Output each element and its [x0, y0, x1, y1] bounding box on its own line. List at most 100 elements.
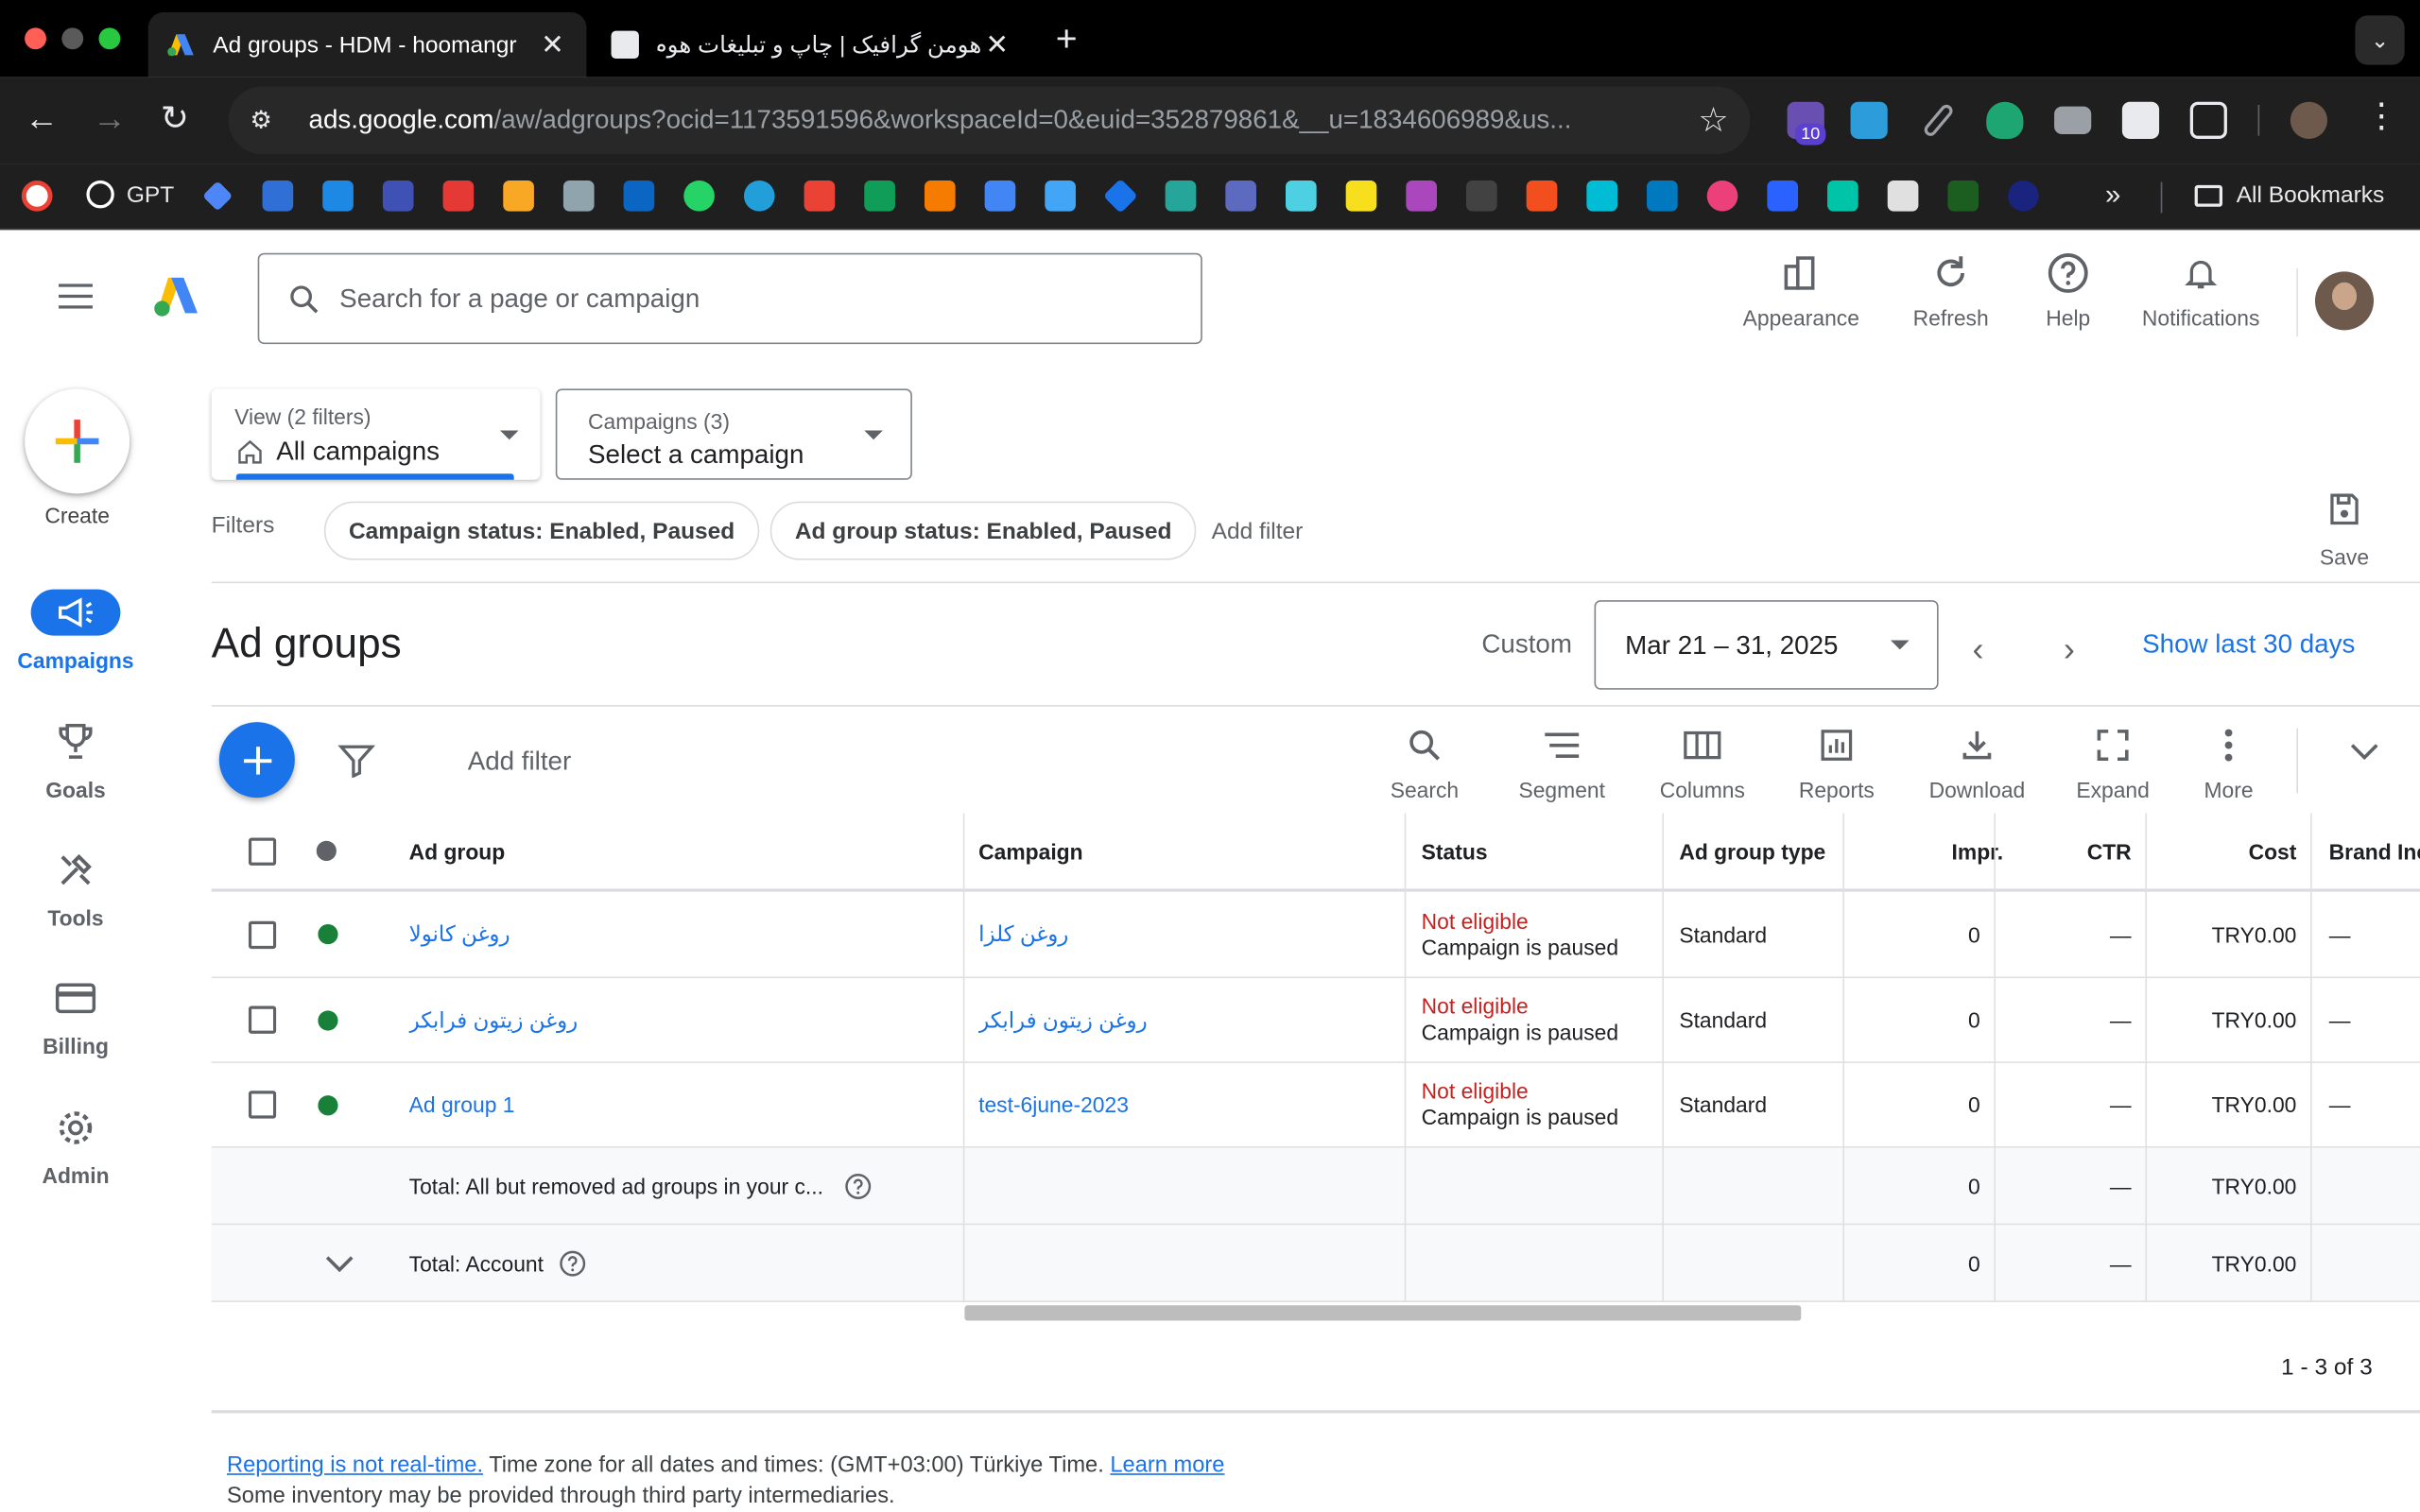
- tab-hooman-graphic[interactable]: هومن گرافیک | چاپ و تبلیغات هوم ✕: [593, 12, 1031, 77]
- google-bookmark-icon[interactable]: [21, 180, 53, 212]
- maximize-window-button[interactable]: [98, 27, 121, 50]
- bookmark-icon[interactable]: [262, 180, 294, 212]
- save-button[interactable]: Save: [2312, 490, 2377, 569]
- trello-bookmark-icon[interactable]: [1647, 180, 1678, 212]
- sidenav-item-goals[interactable]: Goals: [0, 719, 151, 802]
- bookmark-icon[interactable]: [1286, 180, 1317, 212]
- reports-tool-button[interactable]: Reports: [1789, 725, 1884, 802]
- sidenav-item-admin[interactable]: Admin: [0, 1105, 151, 1188]
- bookmark-icon[interactable]: [1165, 180, 1197, 212]
- status-enabled-dot[interactable]: [318, 1063, 338, 1146]
- add-filter-link[interactable]: Add filter: [1212, 519, 1304, 545]
- expand-tool-button[interactable]: Expand: [2069, 725, 2155, 802]
- bookmark-icon[interactable]: [442, 180, 475, 212]
- status-header-dot[interactable]: [316, 813, 337, 888]
- reload-icon[interactable]: ↻: [161, 98, 189, 138]
- close-window-button[interactable]: [25, 27, 46, 50]
- column-header-ad-group[interactable]: Ad group: [409, 813, 506, 888]
- all-bookmarks-folder[interactable]: All Bookmarks: [2194, 182, 2384, 208]
- row-checkbox[interactable]: [248, 892, 277, 977]
- refresh-button[interactable]: Refresh: [1898, 249, 2003, 330]
- help-button[interactable]: Help: [2028, 249, 2108, 330]
- site-settings-icon[interactable]: ⚙: [250, 105, 284, 136]
- table-add-filter[interactable]: Add filter: [468, 747, 572, 778]
- browser-menu-icon[interactable]: ⋮: [2364, 95, 2398, 135]
- sheets-bookmark-icon[interactable]: [864, 180, 895, 212]
- bookmark-star-icon[interactable]: ☆: [1698, 100, 1728, 140]
- columns-tool-button[interactable]: Columns: [1649, 725, 1756, 802]
- status-enabled-dot[interactable]: [318, 892, 338, 977]
- previous-period-chevron-icon[interactable]: ‹: [1973, 629, 1984, 669]
- appearance-button[interactable]: Appearance: [1732, 249, 1871, 330]
- eyedropper-icon[interactable]: [1922, 102, 1956, 139]
- notifications-button[interactable]: Notifications: [2127, 249, 2275, 330]
- bookmark-icon[interactable]: [1947, 180, 1979, 212]
- more-bookmarks-icon[interactable]: »: [2105, 179, 2120, 211]
- account-avatar[interactable]: [2314, 271, 2375, 331]
- bookmark-icon[interactable]: [1586, 180, 1618, 212]
- whatsapp-bookmark-icon[interactable]: [683, 180, 715, 212]
- address-bar[interactable]: ⚙ ads.google.com/aw/adgroups?ocid=117359…: [228, 86, 1751, 155]
- forward-arrow-icon[interactable]: →: [93, 98, 127, 138]
- close-tab-icon[interactable]: ✕: [981, 28, 1012, 60]
- close-tab-icon[interactable]: ✕: [537, 28, 568, 60]
- next-period-chevron-icon[interactable]: ›: [2064, 629, 2075, 669]
- column-header-ad-group-type[interactable]: Ad group type: [1679, 813, 1825, 888]
- segment-tool-button[interactable]: Segment: [1508, 725, 1616, 802]
- sidenav-item-billing[interactable]: Billing: [0, 975, 151, 1058]
- row-checkbox[interactable]: [248, 1063, 277, 1146]
- gtmetrix-bookmark-icon[interactable]: [1225, 180, 1256, 212]
- horizontal-scrollbar[interactable]: [964, 1305, 1802, 1321]
- date-range-picker[interactable]: Mar 21 – 31, 2025: [1594, 600, 1939, 690]
- campaign-link[interactable]: روغن زیتون فرابکر: [978, 978, 1148, 1061]
- column-header-ctr[interactable]: CTR: [1996, 813, 2132, 888]
- new-tab-icon[interactable]: +: [1056, 19, 1078, 62]
- campaign-status-filter-chip[interactable]: Campaign status: Enabled, Paused: [323, 501, 760, 560]
- create-button[interactable]: [25, 388, 130, 494]
- back-arrow-icon[interactable]: ←: [25, 98, 59, 138]
- ad-group-link[interactable]: روغن کانولا: [409, 892, 510, 977]
- tab-ad-groups[interactable]: Ad groups - HDM - hoomangr ✕: [147, 12, 587, 77]
- bookmark-icon[interactable]: [503, 180, 534, 212]
- expand-total-chevron-down-icon[interactable]: [324, 1225, 355, 1300]
- ad-group-link[interactable]: Ad group 1: [409, 1063, 515, 1146]
- extension-m-icon[interactable]: [1850, 101, 1888, 139]
- column-header-impressions[interactable]: Impr.: [1844, 813, 2004, 888]
- help-icon[interactable]: [845, 1172, 873, 1199]
- profile-avatar[interactable]: [2290, 101, 2328, 139]
- google-ads-bookmark-icon[interactable]: [984, 180, 1016, 212]
- hamburger-menu-icon[interactable]: [59, 284, 93, 316]
- download-tool-button[interactable]: Download: [1918, 725, 2035, 802]
- campaign-link[interactable]: روغن کلزا: [978, 892, 1068, 977]
- bookmark-icon[interactable]: [322, 180, 354, 212]
- row-checkbox[interactable]: [248, 978, 277, 1061]
- table-row[interactable]: روغن زیتون فرابکر روغن زیتون فرابکر Not …: [211, 978, 2420, 1063]
- ad-group-status-filter-chip[interactable]: Ad group status: Enabled, Paused: [769, 501, 1197, 560]
- shield-extension-icon[interactable]: [1986, 101, 2024, 139]
- bookmark-gpt[interactable]: GPT: [86, 180, 174, 209]
- column-header-cost[interactable]: Cost: [2147, 813, 2297, 888]
- page-search-input[interactable]: Search for a page or campaign: [257, 252, 1202, 345]
- filter-funnel-icon[interactable]: [337, 744, 376, 785]
- js-bookmark-icon[interactable]: [1345, 180, 1377, 212]
- collapse-chevron-down-icon[interactable]: [2349, 741, 2380, 770]
- sidenav-item-campaigns[interactable]: Campaigns: [0, 589, 151, 673]
- column-header-campaign[interactable]: Campaign: [978, 813, 1083, 888]
- bookmark-icon[interactable]: [562, 180, 595, 212]
- bookmark-icon[interactable]: [1406, 180, 1437, 212]
- table-row[interactable]: روغن کانولا روغن کلزا Not eligible Campai…: [211, 892, 2420, 979]
- table-row[interactable]: Ad group 1 test-6june-2023 Not eligible C…: [211, 1063, 2420, 1148]
- bookmark-icon[interactable]: [1827, 180, 1858, 212]
- bookmark-icon[interactable]: [1466, 180, 1497, 212]
- help-icon[interactable]: [559, 1249, 586, 1277]
- analytics-bookmark-icon[interactable]: [924, 180, 956, 212]
- tab-search-chevron-icon[interactable]: ⌄: [2355, 15, 2405, 65]
- status-enabled-dot[interactable]: [318, 978, 338, 1061]
- learn-more-link[interactable]: Learn more: [1110, 1453, 1224, 1478]
- bookmark-icon[interactable]: [1102, 178, 1138, 214]
- view-filter-selector[interactable]: View (2 filters) All campaigns: [211, 388, 541, 480]
- minimize-window-button[interactable]: [61, 27, 84, 50]
- extension-logo-icon[interactable]: [2121, 101, 2160, 139]
- gmail-bookmark-icon[interactable]: [804, 180, 836, 212]
- bookmark-icon[interactable]: [1767, 180, 1799, 212]
